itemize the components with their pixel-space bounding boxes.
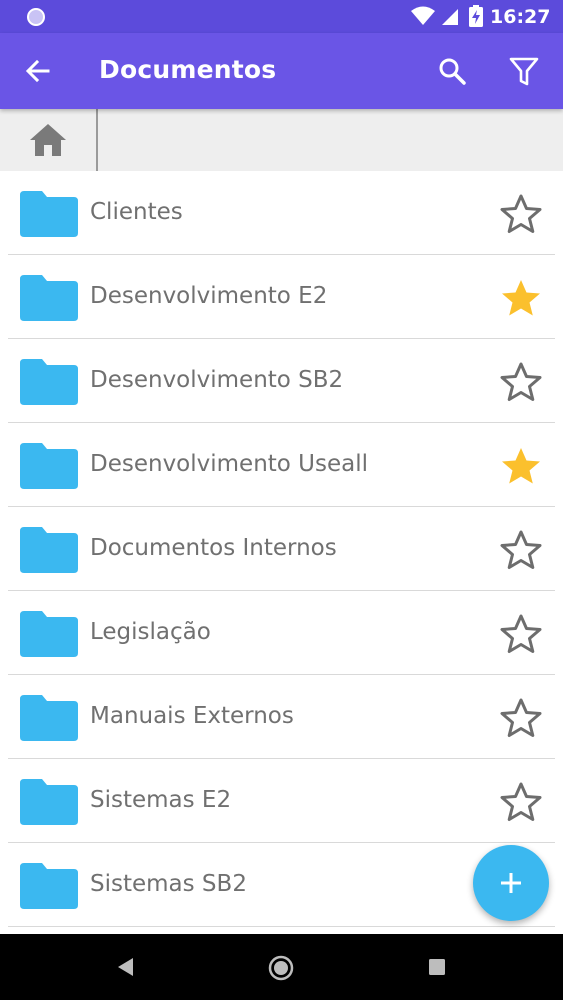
folder-icon xyxy=(20,275,78,321)
list-item[interactable]: Sistemas E2 xyxy=(0,759,563,843)
filter-icon xyxy=(509,57,539,86)
folder-icon xyxy=(20,611,78,657)
folder-icon xyxy=(20,779,78,825)
favorite-toggle[interactable] xyxy=(497,779,545,825)
folder-name: Manuais Externos xyxy=(90,703,294,729)
star-outline-icon xyxy=(500,782,542,821)
battery-charging-icon xyxy=(469,5,483,27)
row-divider xyxy=(8,925,555,927)
star-filled-icon xyxy=(502,448,540,484)
folder-icon xyxy=(20,191,78,237)
nav-home-icon[interactable] xyxy=(268,955,294,981)
favorite-toggle[interactable] xyxy=(497,611,545,657)
folder-name: Documentos Internos xyxy=(90,535,337,561)
favorite-toggle[interactable] xyxy=(497,695,545,741)
filter-button[interactable] xyxy=(506,53,542,89)
breadcrumb-home-button[interactable] xyxy=(0,109,96,171)
search-icon xyxy=(439,58,466,85)
breadcrumb xyxy=(0,109,563,171)
favorite-toggle[interactable] xyxy=(497,275,545,321)
folder-name: Desenvolvimento E2 xyxy=(90,283,328,309)
nav-back-icon[interactable] xyxy=(115,956,135,978)
folder-icon xyxy=(20,863,78,909)
star-outline-icon xyxy=(500,698,542,737)
nav-recents-icon[interactable] xyxy=(428,958,446,976)
star-outline-icon xyxy=(500,614,542,653)
list-item[interactable]: Documentos Internos xyxy=(0,507,563,591)
arrow-back-icon xyxy=(25,59,50,83)
add-button[interactable] xyxy=(473,845,549,921)
folder-icon xyxy=(20,359,78,405)
home-icon xyxy=(30,124,66,156)
app-bar: Documentos xyxy=(0,33,563,109)
folder-name: Clientes xyxy=(90,199,183,225)
favorite-toggle[interactable] xyxy=(497,359,545,405)
folder-name: Sistemas E2 xyxy=(90,787,232,813)
back-button[interactable] xyxy=(20,53,56,89)
list-item[interactable]: Legislação xyxy=(0,591,563,675)
folder-icon xyxy=(20,443,78,489)
folder-icon xyxy=(20,695,78,741)
folder-list: Clientes Desenvolvimento E2 Desenvolviment… xyxy=(0,171,563,927)
system-nav-bar xyxy=(0,934,563,1000)
star-outline-icon xyxy=(500,194,542,233)
star-outline-icon xyxy=(500,530,542,569)
folder-name: Sistemas SB2 xyxy=(90,871,247,897)
list-item[interactable]: Clientes xyxy=(0,171,563,255)
breadcrumb-divider xyxy=(96,109,98,171)
notification-dot-icon xyxy=(27,8,45,26)
favorite-toggle[interactable] xyxy=(497,191,545,237)
list-item[interactable]: Desenvolvimento Useall xyxy=(0,423,563,507)
plus-icon xyxy=(501,873,521,893)
folder-name: Desenvolvimento SB2 xyxy=(90,367,344,393)
folder-name: Desenvolvimento Useall xyxy=(90,451,369,477)
list-item[interactable]: Manuais Externos xyxy=(0,675,563,759)
favorite-toggle[interactable] xyxy=(497,443,545,489)
folder-name: Legislação xyxy=(90,619,211,645)
page-title: Documentos xyxy=(99,55,277,84)
status-clock: 16:27 xyxy=(490,6,551,28)
signal-icon xyxy=(442,9,458,25)
star-outline-icon xyxy=(500,362,542,401)
wifi-icon xyxy=(411,6,435,25)
star-filled-icon xyxy=(502,280,540,316)
favorite-toggle[interactable] xyxy=(497,527,545,573)
list-item[interactable]: Desenvolvimento SB2 xyxy=(0,339,563,423)
folder-icon xyxy=(20,527,78,573)
list-item[interactable]: Desenvolvimento E2 xyxy=(0,255,563,339)
search-button[interactable] xyxy=(434,53,470,89)
status-bar: 16:27 xyxy=(0,0,563,33)
